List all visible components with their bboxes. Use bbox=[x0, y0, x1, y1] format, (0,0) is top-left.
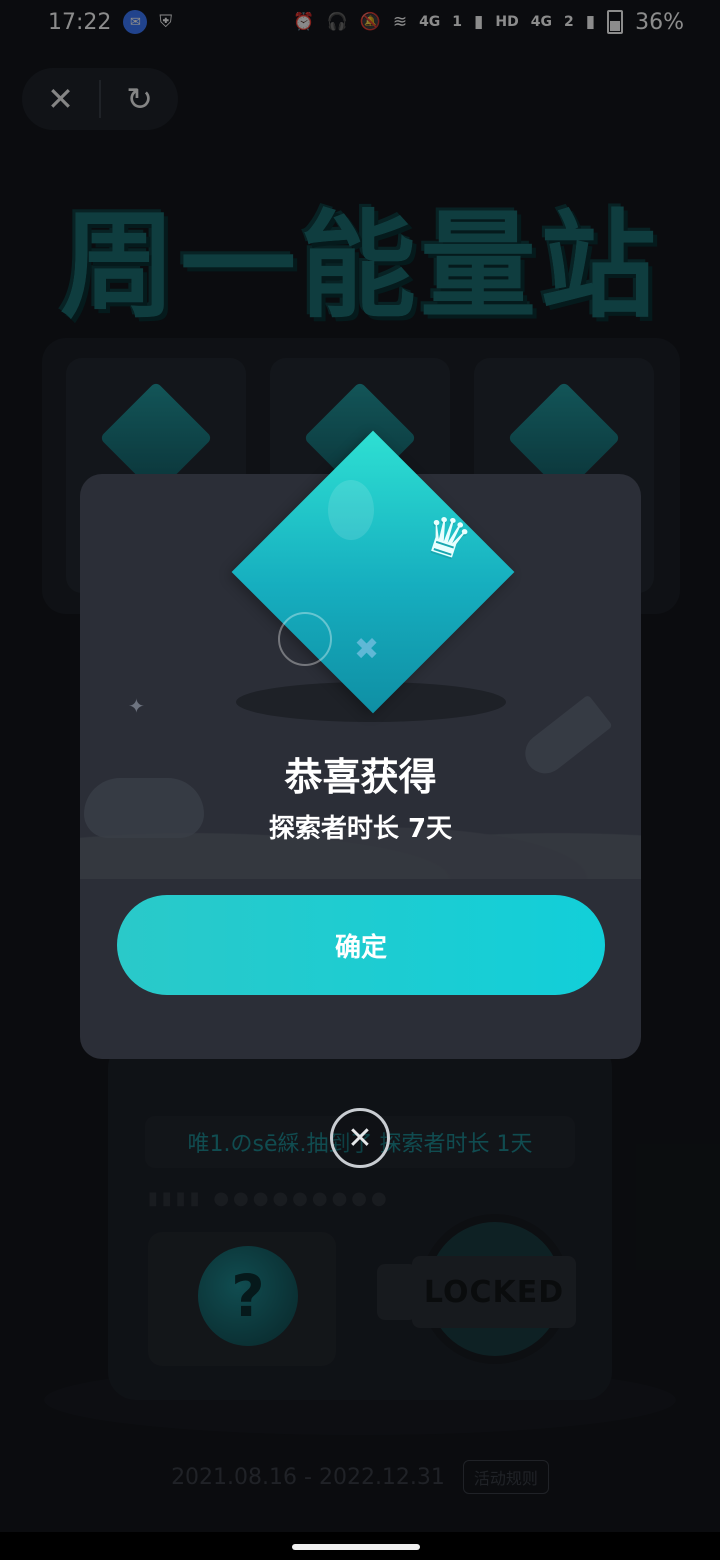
bubble-decoration bbox=[328, 480, 374, 540]
home-gesture-handle[interactable] bbox=[292, 1544, 420, 1550]
dialog-close-button[interactable]: ✕ bbox=[330, 1108, 390, 1168]
confirm-button[interactable]: 确定 bbox=[117, 895, 605, 995]
x-decoration-icon: ✖ bbox=[354, 632, 380, 667]
reward-dialog: ✦ ✦ ♛ ✖ 恭喜获得 探索者时长 7天 确定 bbox=[80, 430, 641, 1059]
reward-description: 探索者时长 7天 bbox=[268, 814, 453, 844]
sparkle-icon: ✦ bbox=[128, 694, 145, 718]
bubble-decoration bbox=[278, 612, 332, 666]
dialog-title: 恭喜获得 bbox=[284, 755, 437, 799]
system-navigation-bar bbox=[0, 1532, 720, 1560]
close-icon: ✕ bbox=[347, 1120, 373, 1156]
